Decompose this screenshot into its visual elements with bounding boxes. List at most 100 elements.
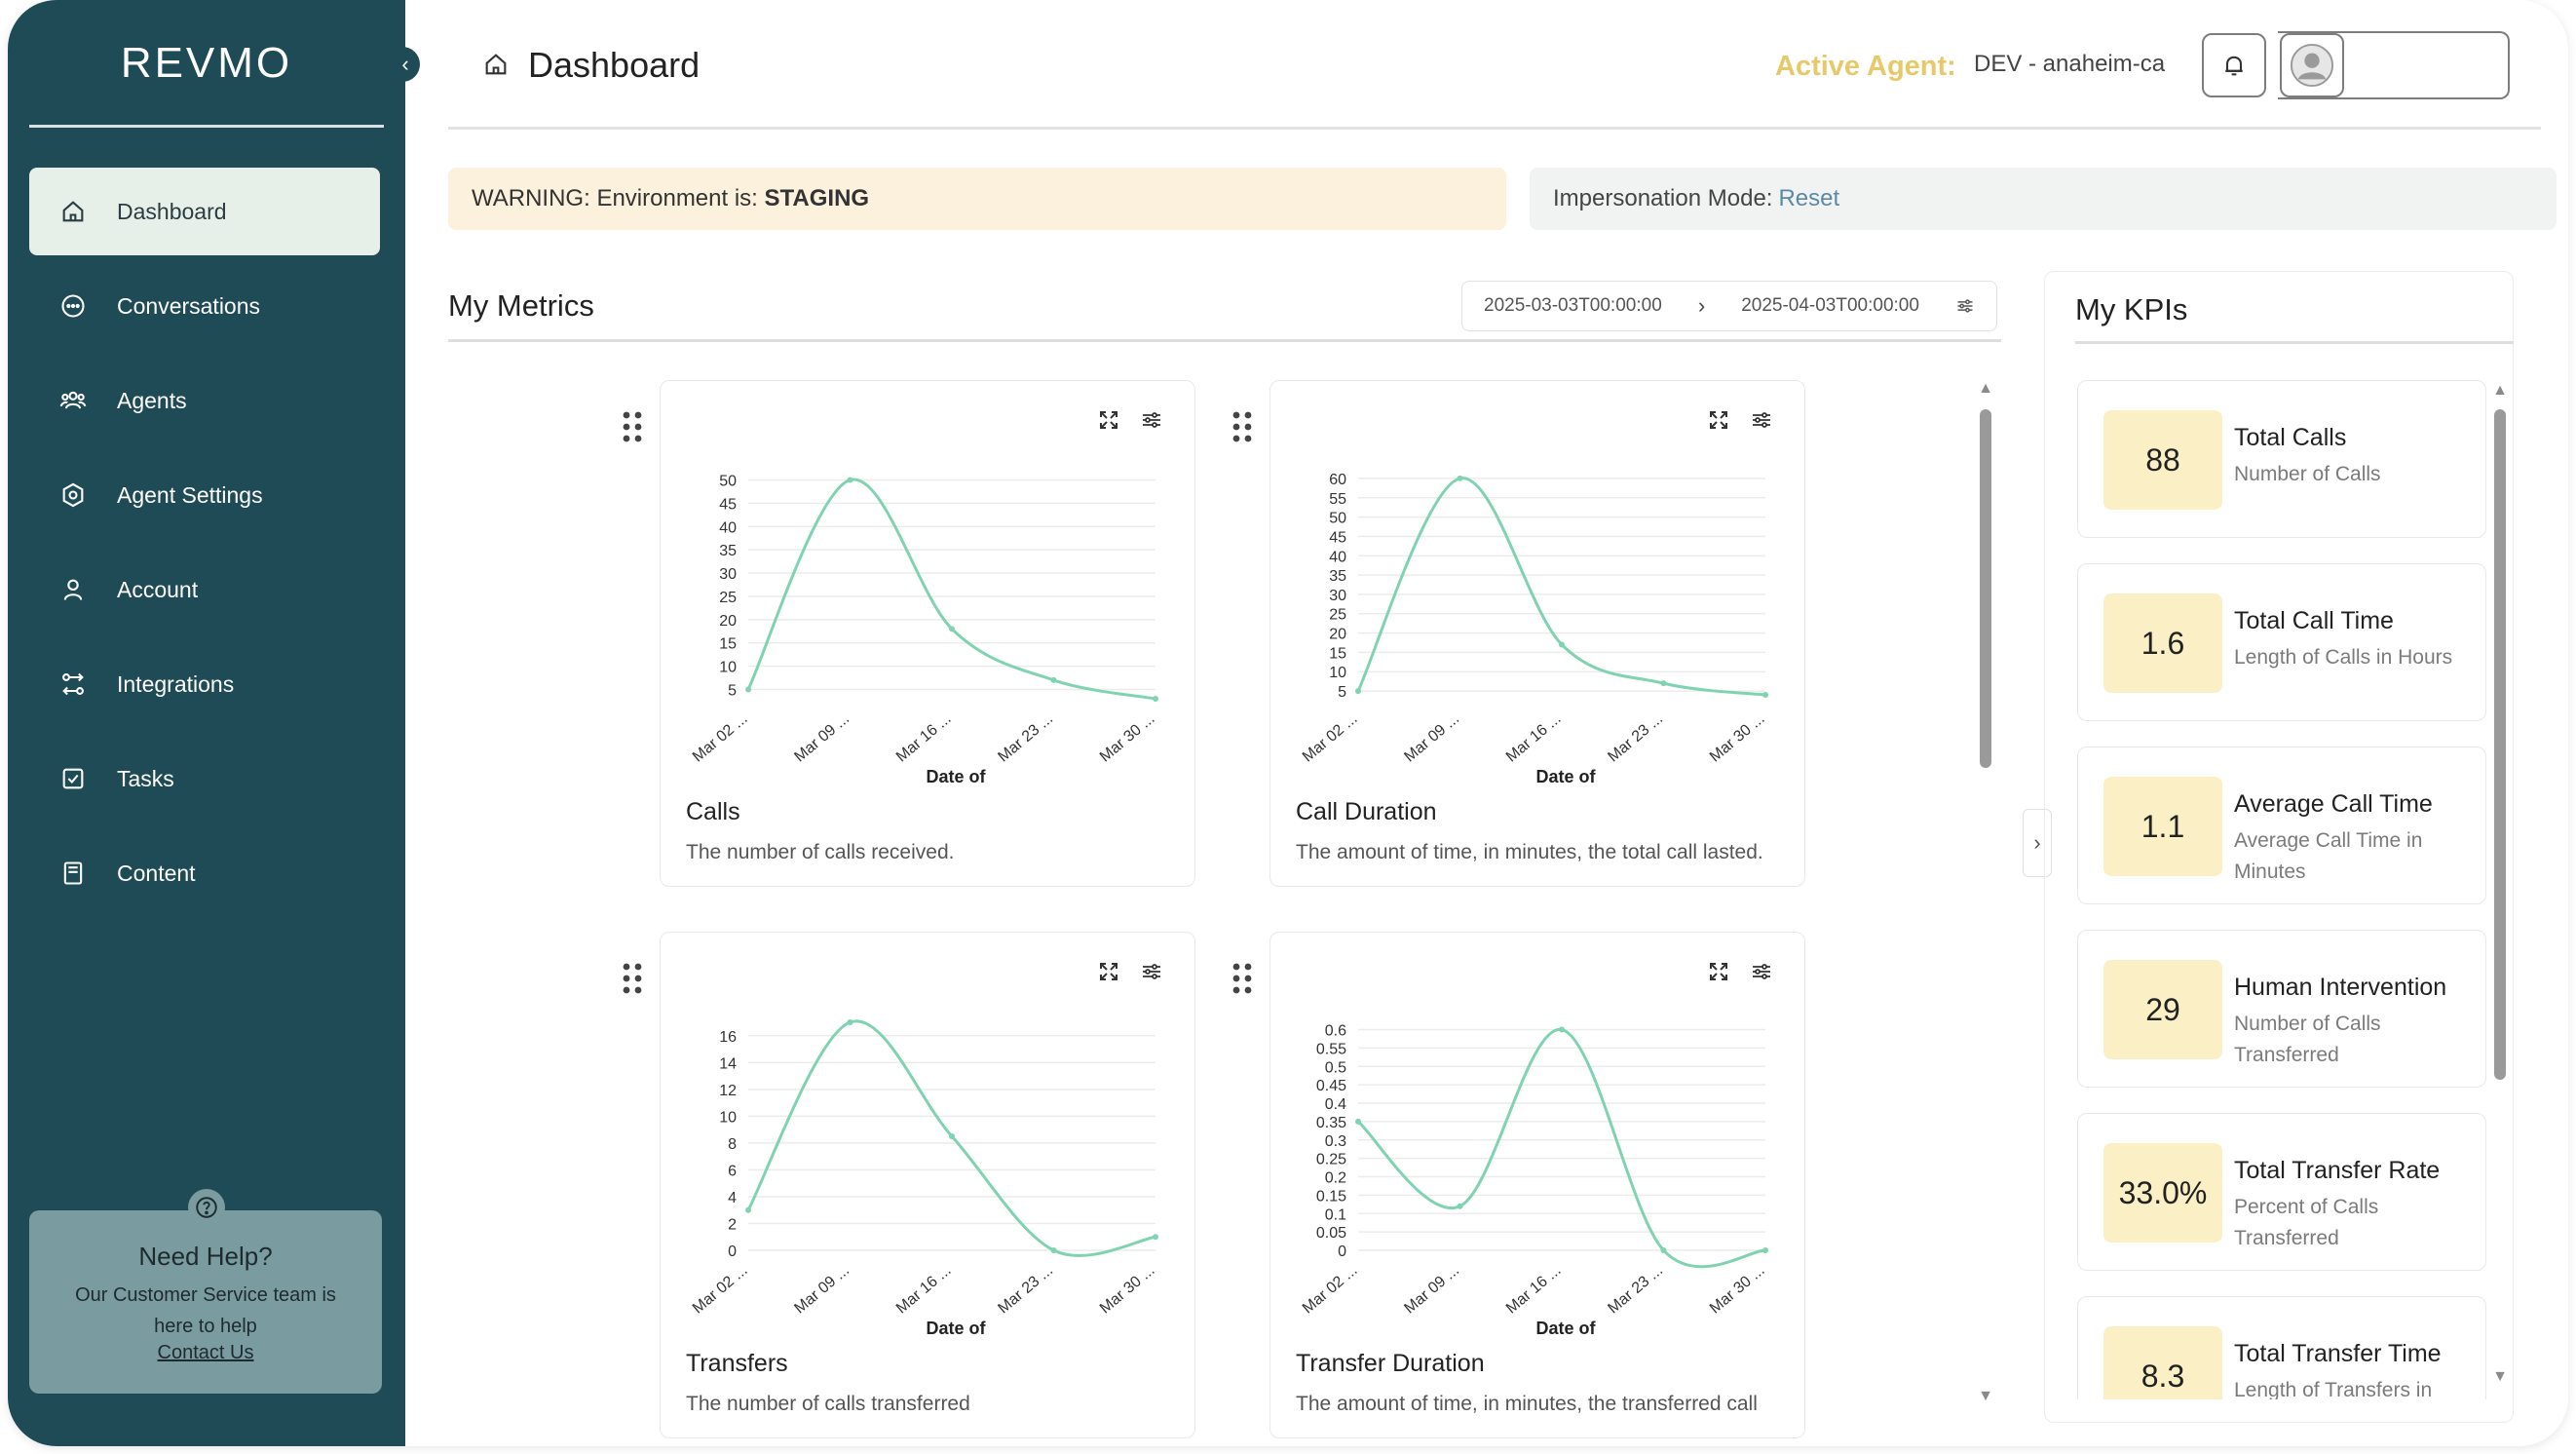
- kpi-scrollbar[interactable]: [2494, 409, 2506, 1080]
- y-tick-label: 35: [719, 543, 737, 559]
- chart-title: Call Duration: [1296, 798, 1437, 825]
- y-tick-label: 30: [1329, 588, 1346, 604]
- y-tick-label: 4: [728, 1190, 737, 1206]
- data-point[interactable]: [1762, 692, 1768, 699]
- metrics-scroll-up-icon[interactable]: ▲: [1976, 380, 1995, 398]
- sidebar-item-tasks[interactable]: Tasks: [29, 735, 380, 823]
- chart-card: Transfers The number of calls transferred…: [660, 932, 1195, 1438]
- bell-icon: [2225, 56, 2243, 76]
- x-axis-label: Date of: [926, 1319, 986, 1338]
- drag-handle-icon[interactable]: [1231, 409, 1254, 444]
- sidebar-item-dashboard[interactable]: Dashboard: [29, 168, 380, 255]
- y-tick-label: 40: [1329, 549, 1346, 565]
- user-icon: [58, 575, 88, 604]
- x-tick-label: Mar 23 ...: [1605, 710, 1666, 765]
- kpi-label: Human Intervention: [2234, 974, 2447, 1001]
- data-point[interactable]: [1660, 1247, 1667, 1253]
- app-logo[interactable]: REVMO: [8, 39, 405, 88]
- kpi-description: Length of Transfers in: [2234, 1379, 2433, 1399]
- y-tick-label: 6: [728, 1163, 737, 1179]
- home-icon: [485, 54, 507, 75]
- kpi-scroll-down-icon[interactable]: ▼: [2490, 1368, 2510, 1386]
- x-tick-label: Mar 09 ...: [791, 710, 852, 765]
- contact-us-link[interactable]: Contact Us: [29, 1342, 382, 1364]
- y-tick-label: 2: [728, 1216, 737, 1233]
- y-tick-label: 20: [719, 613, 737, 630]
- sidebar-item-account[interactable]: Account: [29, 546, 380, 633]
- kpi-scroll-area: 88 Total Calls Number of Calls 1.6 Total Cal…: [2077, 370, 2486, 1399]
- y-tick-label: 55: [1329, 491, 1346, 508]
- metrics-scrollbar[interactable]: [1980, 409, 1991, 768]
- page-title: Dashboard: [528, 45, 701, 85]
- data-point[interactable]: [949, 1133, 955, 1139]
- x-tick-label: Mar 23 ...: [995, 710, 1056, 765]
- integrations-icon: [58, 670, 88, 699]
- x-tick-label: Mar 09 ...: [1401, 1262, 1462, 1317]
- drag-handle-icon[interactable]: [621, 961, 644, 996]
- sidebar-item-label: Integrations: [117, 670, 235, 697]
- kpi-card[interactable]: 33.0% Total Transfer Rate Percent of Calls…: [2077, 1113, 2486, 1271]
- kpi-label: Total Calls: [2234, 424, 2347, 451]
- data-point[interactable]: [1559, 641, 1565, 648]
- date-start[interactable]: 2025-03-03T00:00:00: [1484, 295, 1662, 317]
- data-point[interactable]: [745, 1206, 751, 1213]
- avatar-button[interactable]: [2280, 33, 2344, 97]
- data-point[interactable]: [1559, 1026, 1565, 1033]
- notifications-button[interactable]: [2202, 33, 2266, 97]
- sidebar-item-integrations[interactable]: Integrations: [29, 640, 380, 728]
- collapse-sidebar-button[interactable]: ‹: [391, 47, 420, 82]
- kpi-card[interactable]: 88 Total Calls Number of Calls: [2077, 380, 2486, 538]
- sidebar: REVMO Dashboard Conversations Agents Age…: [8, 0, 405, 1446]
- impersonation-label: Impersonation Mode:: [1553, 185, 1773, 211]
- kpi-card[interactable]: 1.1 Average Call Time Average Call Time in…: [2077, 746, 2486, 904]
- metrics-scroll-down-icon[interactable]: ▼: [1976, 1388, 1995, 1405]
- kpi-description: Number of Calls: [2234, 463, 2381, 485]
- data-point[interactable]: [1153, 696, 1158, 702]
- sidebar-item-conversations[interactable]: Conversations: [29, 262, 380, 350]
- y-tick-label: 0.1: [1325, 1206, 1346, 1223]
- y-tick-label: 35: [1329, 568, 1346, 585]
- data-point[interactable]: [1050, 676, 1057, 683]
- data-point[interactable]: [745, 686, 751, 693]
- data-point[interactable]: [1050, 1247, 1057, 1253]
- data-point[interactable]: [1762, 1247, 1768, 1253]
- kpi-card[interactable]: 8.3 Total Transfer Time Length of Transfer…: [2077, 1296, 2486, 1399]
- y-tick-label: 12: [719, 1083, 737, 1099]
- top-header: Dashboard Active Agent: DEV - anaheim-ca: [448, 0, 2541, 129]
- help-text: Our Customer Service team is here to hel…: [75, 1284, 336, 1337]
- chart-description: The amount of time, in minutes, the tota…: [1296, 841, 1763, 863]
- kpi-label: Total Transfer Time: [2234, 1340, 2442, 1367]
- data-point[interactable]: [847, 1019, 853, 1025]
- x-tick-label: Mar 23 ...: [995, 1262, 1056, 1317]
- kpi-card[interactable]: 29 Human Intervention Number of Calls Tran…: [2077, 930, 2486, 1088]
- kpi-label: Total Call Time: [2234, 607, 2394, 634]
- kpi-scroll-up-icon[interactable]: ▲: [2490, 382, 2510, 400]
- data-point[interactable]: [1660, 680, 1667, 687]
- drag-handle-icon[interactable]: [621, 409, 644, 444]
- app-window: REVMO Dashboard Conversations Agents Age…: [8, 0, 2568, 1446]
- data-point[interactable]: [1457, 475, 1463, 481]
- data-point[interactable]: [1457, 1203, 1463, 1209]
- home-icon: [58, 197, 88, 226]
- data-point[interactable]: [949, 626, 955, 632]
- y-tick-label: 25: [719, 590, 737, 606]
- sidebar-item-agent-settings[interactable]: Agent Settings: [29, 451, 380, 539]
- y-tick-label: 0.6: [1325, 1023, 1346, 1040]
- active-agent-value[interactable]: DEV - anaheim-ca: [1974, 51, 2165, 78]
- chart-description: The amount of time, in minutes, the tran…: [1296, 1393, 1758, 1415]
- kpi-card[interactable]: 1.6 Total Call Time Length of Calls in Hou…: [2077, 563, 2486, 721]
- x-axis-label: Date of: [926, 767, 986, 786]
- drag-handle-icon[interactable]: [1231, 961, 1254, 996]
- impersonation-reset-link[interactable]: Reset: [1778, 185, 1839, 212]
- data-point[interactable]: [1355, 688, 1361, 695]
- warning-prefix: WARNING: Environment is:: [472, 185, 758, 211]
- filter-sliders-icon[interactable]: [1955, 296, 1975, 316]
- data-point[interactable]: [1355, 1118, 1361, 1125]
- sidebar-item-agents[interactable]: Agents: [29, 357, 380, 444]
- sidebar-item-content[interactable]: Content: [29, 829, 380, 917]
- data-point[interactable]: [1153, 1234, 1158, 1241]
- kpi-value: 8.3: [2103, 1326, 2222, 1399]
- date-range-picker[interactable]: 2025-03-03T00:00:00 › 2025-04-03T00:00:0…: [1461, 281, 1997, 331]
- date-end[interactable]: 2025-04-03T00:00:00: [1741, 295, 1919, 317]
- data-point[interactable]: [847, 477, 853, 483]
